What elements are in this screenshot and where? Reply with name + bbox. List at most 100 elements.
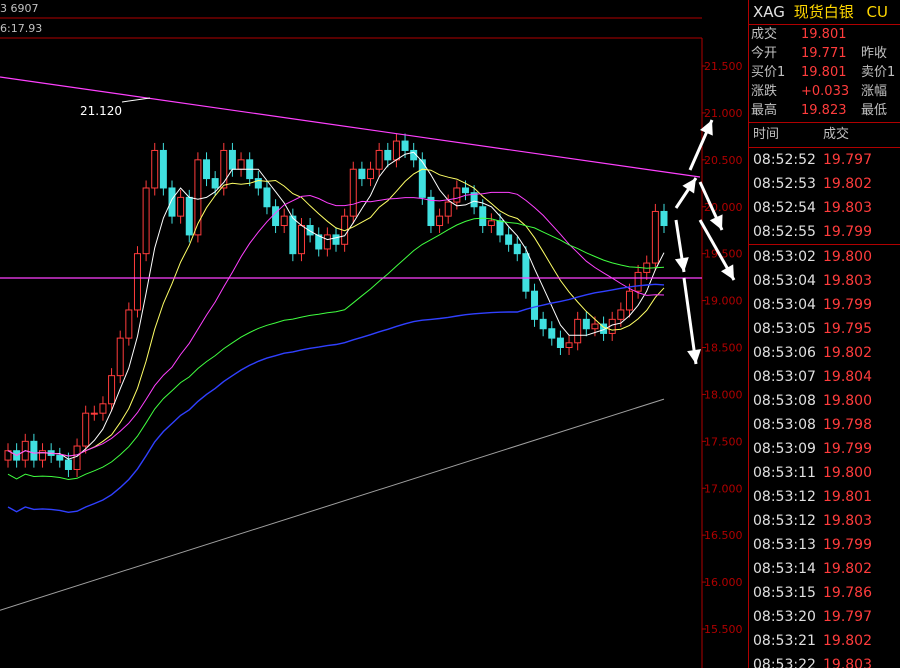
tick-row: 08:53:15 19.786 bbox=[749, 581, 900, 605]
tick-price: 19.799 bbox=[823, 297, 872, 313]
tick-row: 08:53:11 19.800 bbox=[749, 461, 900, 485]
ma40-line bbox=[7, 217, 665, 481]
tick-price: 19.800 bbox=[823, 249, 872, 265]
chart-corner-info: 3 6907 bbox=[0, 2, 39, 15]
candle-down bbox=[461, 187, 469, 194]
tick-time: 08:52:54 bbox=[753, 200, 816, 216]
tick-price: 19.799 bbox=[823, 441, 872, 457]
candle-up bbox=[125, 309, 133, 339]
quote-value: 19.771 bbox=[801, 46, 847, 61]
tick-price: 19.802 bbox=[823, 561, 872, 577]
candlestick-chart[interactable]: 21.500 21.000 20.500 20.000 19.500 19.000 18.5… bbox=[0, 0, 748, 668]
candle-up bbox=[177, 196, 185, 217]
tick-row: 08:53:06 19.802 bbox=[749, 341, 900, 365]
candle-up bbox=[82, 412, 90, 447]
candle-down bbox=[159, 149, 167, 189]
candle-down bbox=[263, 187, 271, 208]
price-axis-label: 20.500 bbox=[704, 154, 743, 167]
tick-time: 08:53:08 bbox=[753, 417, 816, 433]
candle-up bbox=[487, 220, 495, 227]
tick-time: 08:53:09 bbox=[753, 441, 816, 457]
tick-header-time: 时间 bbox=[753, 127, 780, 142]
candle-down bbox=[556, 337, 564, 349]
tick-row: 08:52:52 19.797 bbox=[749, 148, 900, 172]
candle-down bbox=[168, 187, 176, 217]
quote-label-secondary: 涨幅 bbox=[861, 84, 888, 99]
tick-row: 08:53:13 19.799 bbox=[749, 533, 900, 557]
high-price-label: 21.120 bbox=[80, 104, 122, 118]
candle-up bbox=[133, 253, 141, 311]
candle-up bbox=[90, 412, 98, 415]
candle-down bbox=[479, 206, 487, 227]
tick-list[interactable]: 08:52:52 19.797 08:52:53 19.802 08:52:54 19.8… bbox=[749, 148, 900, 668]
instrument-symbol: XAG bbox=[753, 3, 785, 21]
candle-up bbox=[453, 187, 461, 203]
tick-price: 19.799 bbox=[823, 224, 872, 240]
tick-list-header: 时间 成交 bbox=[749, 123, 900, 148]
tick-time: 08:53:04 bbox=[753, 273, 816, 289]
tick-time: 08:53:21 bbox=[753, 633, 816, 649]
price-axis-label: 17.000 bbox=[704, 482, 743, 495]
tick-price: 19.798 bbox=[823, 417, 872, 433]
candle-up bbox=[617, 309, 625, 320]
quote-row: 成交 19.801 bbox=[749, 25, 900, 44]
tick-price: 19.803 bbox=[823, 273, 872, 289]
quote-summary: 成交 19.801 今开 19.771 昨收 买价1 19.801 卖价1 涨跌 +0.033 涨幅… bbox=[749, 25, 900, 123]
candle-up bbox=[280, 215, 288, 227]
quote-row: 今开 19.771 昨收 bbox=[749, 44, 900, 63]
tick-row: 08:53:09 19.799 bbox=[749, 437, 900, 461]
candle-down bbox=[522, 253, 530, 292]
tick-price: 19.803 bbox=[823, 200, 872, 216]
tick-time: 08:52:52 bbox=[753, 152, 816, 168]
quote-label-secondary: 最低 bbox=[861, 103, 888, 118]
candle-down bbox=[548, 328, 556, 339]
ma120-line bbox=[0, 398, 665, 611]
tick-time: 08:53:13 bbox=[753, 537, 816, 553]
high-label-leader bbox=[121, 97, 151, 103]
candle-down bbox=[203, 159, 211, 180]
candle-up bbox=[375, 149, 383, 170]
tick-row: 08:53:12 19.801 bbox=[749, 485, 900, 509]
tick-price: 19.797 bbox=[823, 609, 872, 625]
quote-label: 今开 bbox=[751, 46, 778, 61]
price-axis-label: 15.500 bbox=[704, 623, 743, 636]
quote-value: 19.823 bbox=[801, 103, 847, 118]
tick-price: 19.795 bbox=[823, 321, 872, 337]
tick-row: 08:53:04 19.803 bbox=[749, 269, 900, 293]
tick-row: 08:53:04 19.799 bbox=[749, 293, 900, 317]
quote-label: 最高 bbox=[751, 103, 778, 118]
tick-price: 19.802 bbox=[823, 345, 872, 361]
tick-price: 19.800 bbox=[823, 465, 872, 481]
tick-row: 08:53:20 19.797 bbox=[749, 605, 900, 629]
candle-down bbox=[272, 206, 280, 227]
candle-down bbox=[211, 178, 219, 189]
tick-time: 08:53:20 bbox=[753, 609, 816, 625]
candle-up bbox=[651, 210, 659, 264]
candle-down bbox=[505, 234, 513, 245]
candle-up bbox=[237, 159, 245, 170]
candle-up bbox=[142, 187, 150, 255]
candle-up bbox=[634, 271, 642, 292]
quote-value: 19.801 bbox=[801, 27, 847, 42]
candle-up bbox=[297, 225, 305, 255]
tick-price: 19.802 bbox=[823, 633, 872, 649]
candle-down bbox=[384, 149, 392, 161]
candle-down bbox=[513, 243, 521, 255]
tick-time: 08:53:06 bbox=[753, 345, 816, 361]
candle-down bbox=[427, 196, 435, 227]
candle-down bbox=[496, 220, 504, 236]
tick-price: 19.797 bbox=[823, 152, 872, 168]
tick-time: 08:53:14 bbox=[753, 561, 816, 577]
instrument-suffix: CU bbox=[866, 3, 888, 21]
chart-canvas[interactable]: 21.50021.00020.50020.00019.50019.00018.5… bbox=[0, 0, 748, 668]
quote-label: 成交 bbox=[751, 27, 778, 42]
quote-label: 买价1 bbox=[751, 65, 786, 80]
descending-trendline bbox=[0, 76, 701, 178]
tick-price: 19.803 bbox=[823, 513, 872, 529]
candle-down bbox=[660, 210, 668, 227]
forecast-arrow-up-2-head bbox=[682, 178, 696, 194]
instrument-title: XAG 现货白银 CU bbox=[749, 0, 900, 25]
candle-down bbox=[401, 140, 409, 151]
candle-up bbox=[392, 140, 400, 161]
candle-up bbox=[574, 318, 582, 344]
